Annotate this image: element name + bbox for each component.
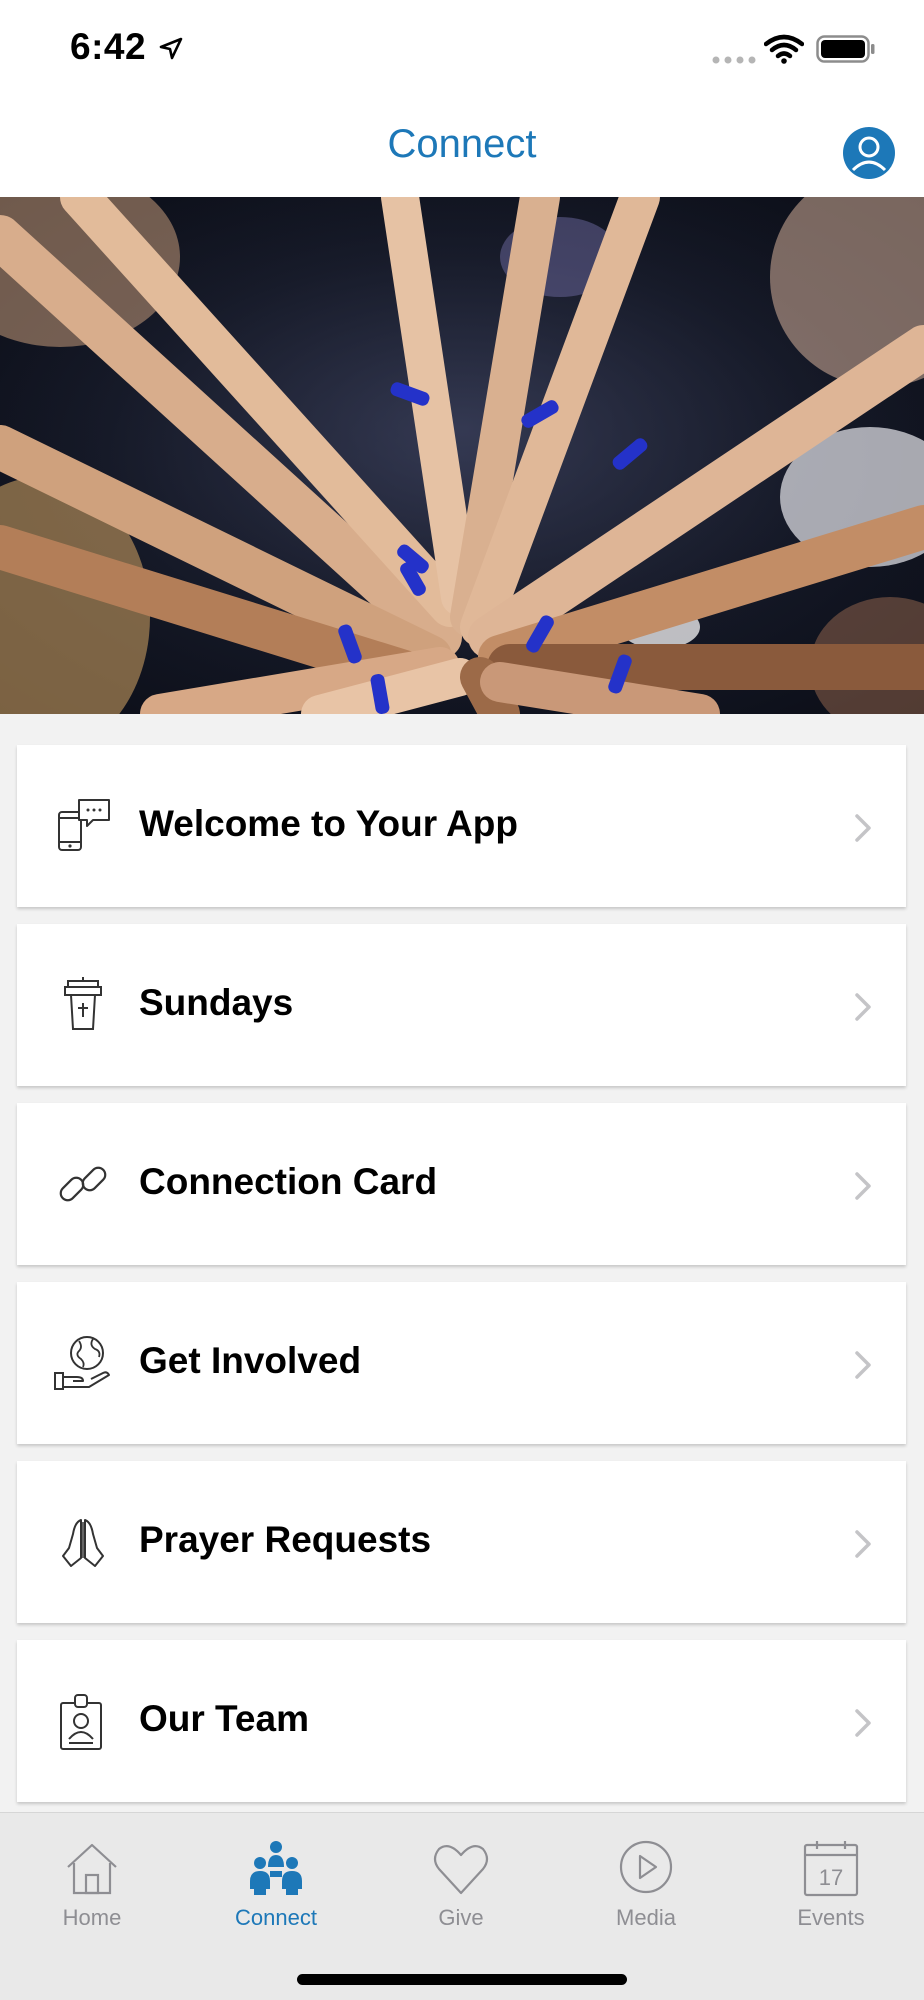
- home-icon: [67, 1843, 117, 1895]
- calendar-date: 17: [819, 1865, 843, 1890]
- location-arrow-icon: [159, 37, 183, 60]
- people-icon: [250, 1841, 302, 1895]
- pulpit-icon: [64, 977, 102, 1030]
- menu-item-our-team[interactable]: Our Team: [17, 1640, 906, 1802]
- cellular-signal-icon: [712, 56, 756, 64]
- menu-item-label: Get Involved: [139, 1340, 362, 1381]
- chevron-right-icon: [855, 993, 871, 1021]
- menu-item-get-involved[interactable]: Get Involved: [17, 1282, 906, 1444]
- hands-together-illustration: [0, 197, 924, 714]
- menu-item-label: Connection Card: [139, 1161, 438, 1202]
- menu-item-label: Welcome to Your App: [139, 803, 518, 844]
- globe-hand-icon: [54, 1336, 110, 1390]
- battery-icon: [816, 35, 875, 63]
- play-icon: [619, 1840, 673, 1894]
- phone-chat-icon: [58, 799, 110, 851]
- menu-item-connection-card[interactable]: Connection Card: [17, 1103, 906, 1265]
- tab-label: Connect: [235, 1905, 317, 1930]
- hero-image: [0, 197, 924, 714]
- chevron-right-icon: [855, 814, 871, 842]
- tab-connect[interactable]: Connect: [184, 1823, 368, 1943]
- id-badge-icon: [60, 1694, 102, 1750]
- tab-label: Events: [797, 1905, 865, 1930]
- menu-item-label: Our Team: [139, 1698, 309, 1739]
- chevron-right-icon: [855, 1530, 871, 1558]
- tab-bar: Home Connect Give Media 17 Events: [0, 1812, 924, 2000]
- status-bar: 6:42: [0, 0, 924, 100]
- heart-icon: [433, 1844, 489, 1895]
- link-icon: [59, 1166, 107, 1202]
- menu-item-prayer-requests[interactable]: Prayer Requests: [17, 1461, 906, 1623]
- tab-label: Give: [438, 1905, 484, 1930]
- chevron-right-icon: [855, 1351, 871, 1379]
- nav-bar: Connect: [0, 100, 924, 197]
- wifi-icon: [764, 34, 804, 64]
- menu-list: Welcome to Your App Sundays Connection C…: [17, 745, 906, 1819]
- menu-item-sundays[interactable]: Sundays: [17, 924, 906, 1086]
- praying-hands-icon: [62, 1519, 104, 1567]
- tab-media[interactable]: Media: [554, 1823, 738, 1943]
- menu-item-label: Prayer Requests: [139, 1519, 432, 1560]
- tab-label: Home: [62, 1905, 122, 1930]
- status-time: 6:42: [70, 26, 147, 67]
- menu-item-label: Sundays: [139, 982, 294, 1023]
- tab-label: Media: [616, 1905, 676, 1930]
- page-title: Connect: [387, 122, 537, 166]
- menu-item-welcome[interactable]: Welcome to Your App: [17, 745, 906, 907]
- calendar-icon: 17: [803, 1841, 859, 1897]
- profile-icon[interactable]: [842, 126, 896, 180]
- chevron-right-icon: [855, 1172, 871, 1200]
- home-indicator[interactable]: [297, 1974, 627, 1985]
- tab-events[interactable]: 17 Events: [739, 1823, 923, 1943]
- chevron-right-icon: [855, 1709, 871, 1737]
- tab-home[interactable]: Home: [0, 1823, 184, 1943]
- tab-give[interactable]: Give: [369, 1823, 553, 1943]
